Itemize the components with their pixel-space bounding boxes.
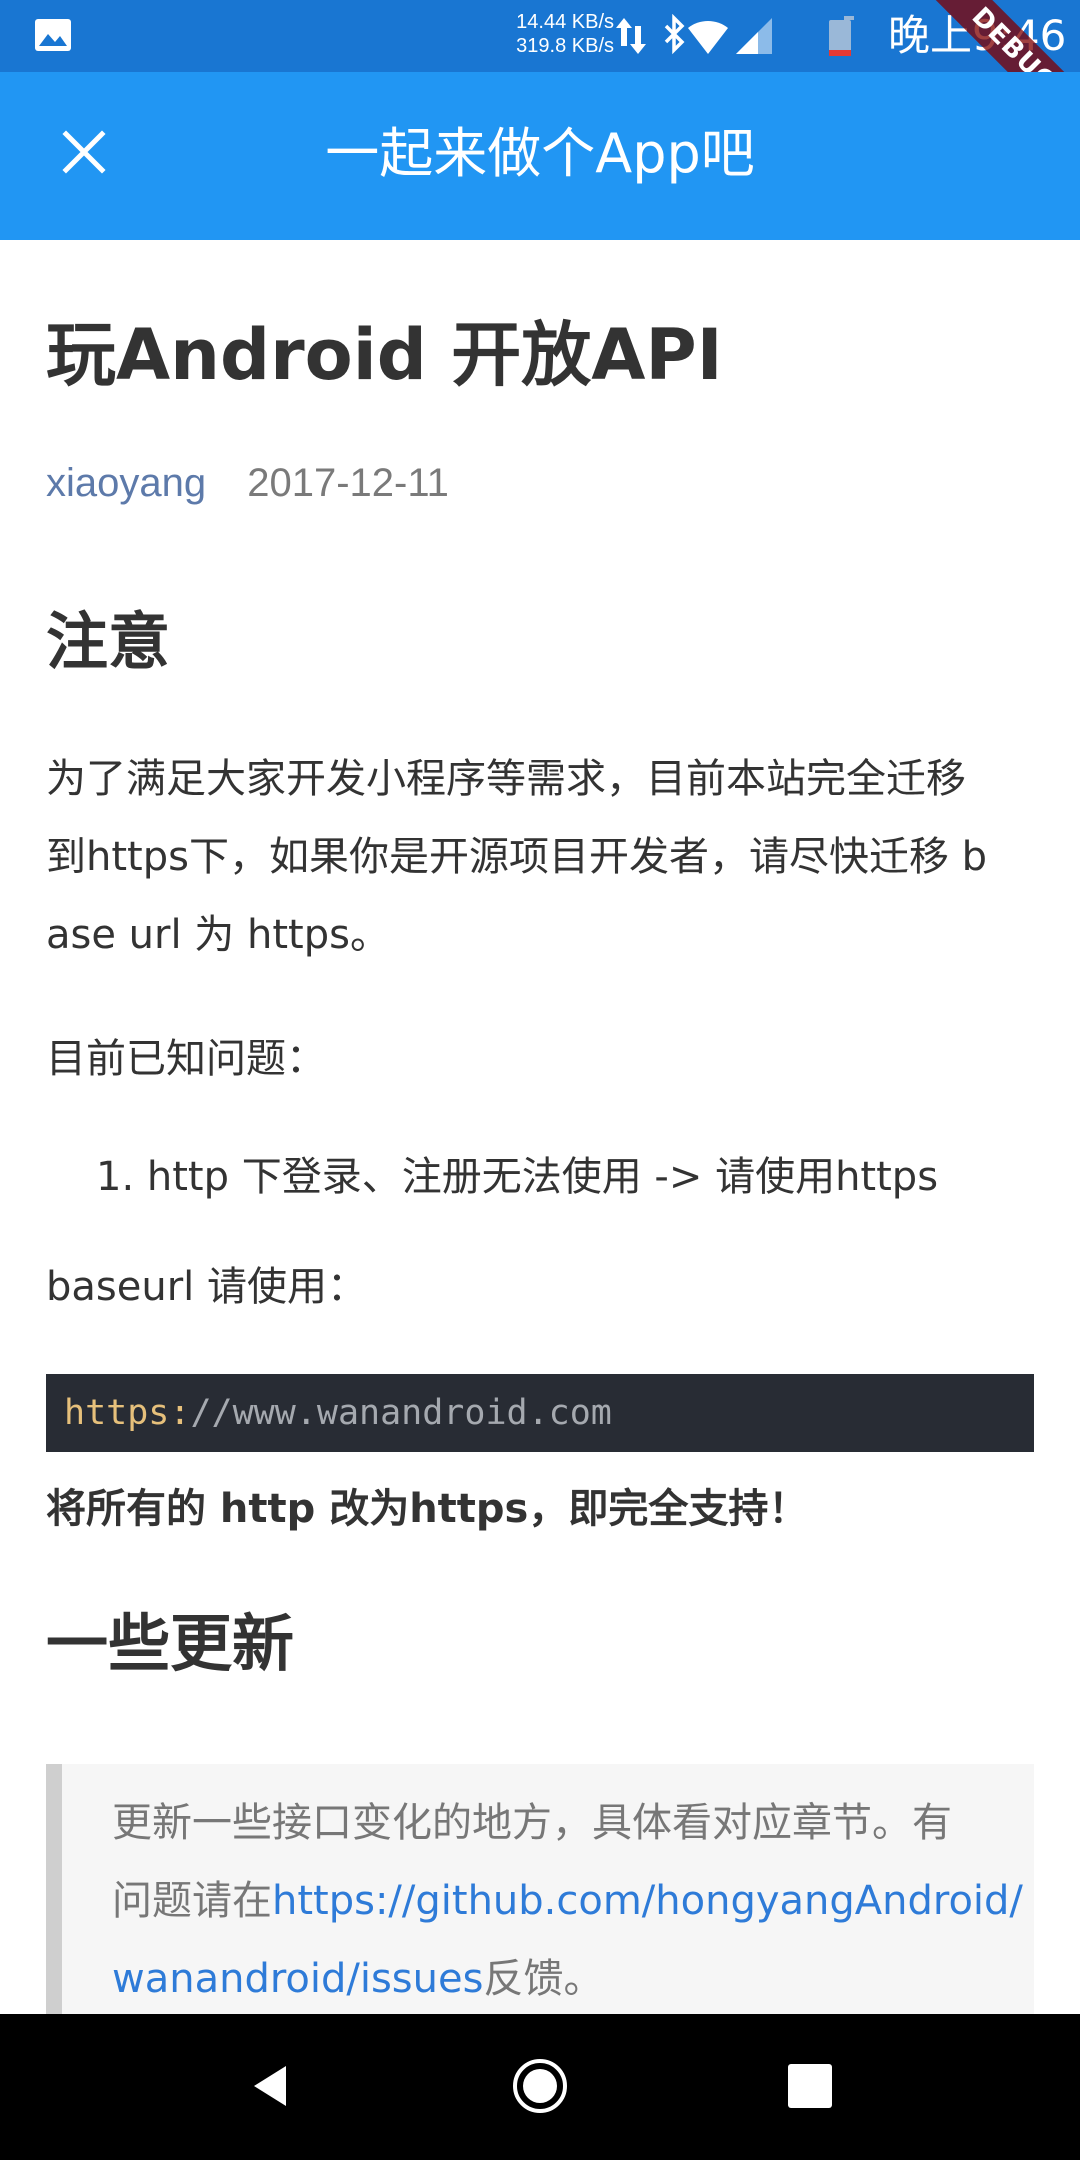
known-issues-label: 目前已知问题： — [46, 1036, 326, 1082]
screen: 14.44 KB/s 319.8 KB/s 晚上9:46 DEBUG — [0, 0, 1080, 2160]
home-button[interactable] — [500, 2046, 580, 2126]
article-title: 玩Android 开放API — [46, 314, 723, 396]
data-transfer-icon — [616, 18, 646, 54]
network-speed: 14.44 KB/s 319.8 KB/s — [494, 10, 614, 58]
blockquote: 更新一些接口变化的地方，具体看对应章节。有 问题请在https://github… — [46, 1764, 1034, 2014]
recents-icon — [788, 2064, 832, 2108]
blockquote-line: wanandroid/issues反馈。 — [112, 1940, 1034, 2014]
list-item: 1. http 下登录、注册无法使用 -> 请使用https — [96, 1154, 939, 1200]
code-scheme: https: — [64, 1393, 191, 1433]
bluetooth-icon — [664, 14, 685, 55]
github-issues-link-cont[interactable]: wanandroid/issues — [112, 1956, 483, 2002]
github-issues-link[interactable]: https://github.com/hongyangAndroid/ — [272, 1878, 1023, 1924]
paragraph-line: ase url 为 https。 — [46, 912, 390, 958]
code-block: https://www.wanandroid.com — [46, 1374, 1034, 1452]
status-icons — [616, 14, 854, 56]
notice-paragraph: 为了满足大家开发小程序等需求，目前本站完全迁移 到https下，如果你是开源项目… — [46, 740, 1026, 974]
back-icon — [254, 2066, 286, 2106]
upload-speed: 14.44 KB/s — [516, 11, 614, 33]
author-link[interactable]: xiaoyang — [46, 461, 206, 505]
navigation-bar — [0, 2014, 1080, 2160]
wifi-icon — [688, 20, 728, 54]
close-button[interactable] — [44, 112, 124, 192]
blockquote-text: 反馈。 — [483, 1956, 604, 2002]
back-button[interactable] — [230, 2046, 310, 2126]
app-title: 一起来做个App吧 — [325, 122, 755, 185]
section-heading-notice: 注意 — [46, 605, 171, 678]
app-bar: 一起来做个App吧 — [0, 72, 1080, 240]
article-meta: xiaoyang 2017-12-11 — [46, 458, 449, 508]
blockquote-line: 问题请在https://github.com/hongyangAndroid/ — [112, 1862, 1034, 1940]
recents-button[interactable] — [770, 2046, 850, 2126]
close-icon — [62, 130, 106, 174]
status-bar: 14.44 KB/s 319.8 KB/s 晚上9:46 DEBUG — [0, 0, 1080, 171]
paragraph-line: 为了满足大家开发小程序等需求，目前本站完全迁移 — [46, 756, 966, 802]
blockquote-text: 问题请在 — [112, 1878, 272, 1924]
bold-note: 将所有的 http 改为https，即完全支持！ — [46, 1486, 809, 1532]
code-url: //www.wanandroid.com — [190, 1393, 612, 1433]
article-date: 2017-12-11 — [247, 461, 449, 505]
image-icon — [35, 19, 71, 51]
download-speed: 319.8 KB/s — [516, 35, 614, 57]
home-icon — [513, 2059, 567, 2113]
battery-icon — [829, 16, 854, 56]
paragraph-line: 到https下，如果你是开源项目开发者，请尽快迁移 b — [46, 834, 988, 880]
article-content[interactable]: 玩Android 开放API xiaoyang 2017-12-11 注意 为了… — [46, 240, 1036, 2014]
blockquote-line: 更新一些接口变化的地方，具体看对应章节。有 — [112, 1800, 952, 1846]
section-heading-updates: 一些更新 — [46, 1607, 295, 1680]
baseurl-label: baseurl 请使用： — [46, 1264, 367, 1310]
